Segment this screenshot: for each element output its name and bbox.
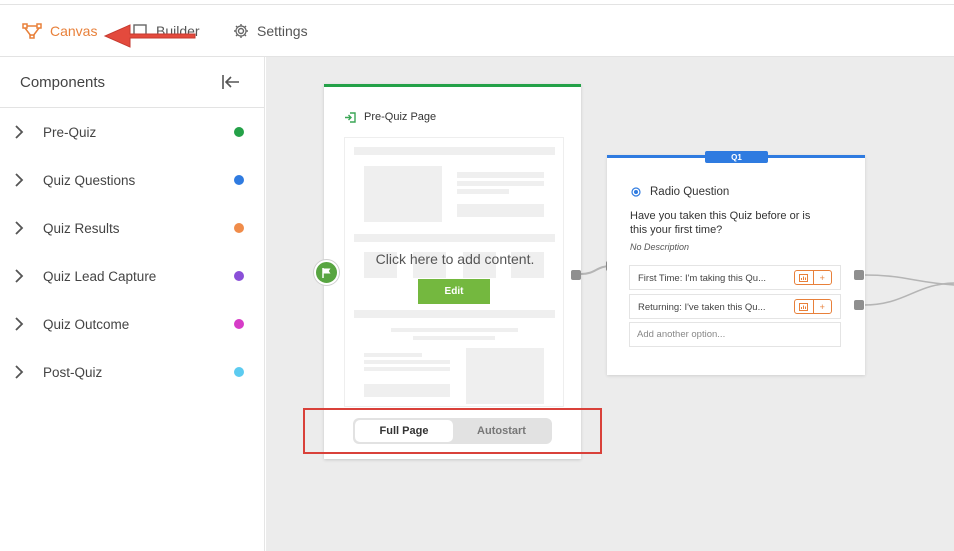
chevron-right-icon bbox=[15, 125, 24, 139]
skeleton-line bbox=[457, 181, 544, 186]
annotation-arrow bbox=[103, 24, 196, 48]
scoring-button[interactable] bbox=[795, 300, 814, 313]
sidebar-item-label: Quiz Outcome bbox=[43, 316, 130, 332]
flag-icon bbox=[322, 267, 331, 278]
skeleton-button bbox=[457, 204, 544, 217]
skeleton-bar bbox=[354, 310, 555, 318]
sidebar-item-quiz-questions[interactable]: Quiz Questions bbox=[0, 156, 265, 204]
sidebar-item-quiz-lead-capture[interactable]: Quiz Lead Capture bbox=[0, 252, 265, 300]
tab-canvas[interactable]: Canvas bbox=[22, 5, 97, 57]
skeleton-line bbox=[364, 353, 422, 357]
annotation-highlight-box bbox=[303, 408, 602, 454]
gear-icon bbox=[234, 24, 248, 38]
sidebar-item-label: Pre-Quiz bbox=[43, 124, 97, 140]
question-description[interactable]: No Description bbox=[630, 242, 689, 252]
sidebar-item-quiz-results[interactable]: Quiz Results bbox=[0, 204, 265, 252]
sidebar-item-label: Quiz Results bbox=[43, 220, 120, 236]
question-type-header: Radio Question bbox=[631, 186, 729, 198]
sidebar-item-pre-quiz[interactable]: Pre-Quiz bbox=[0, 108, 265, 156]
skeleton-line bbox=[457, 172, 544, 178]
sidebar-title: Components bbox=[20, 73, 106, 91]
status-dot bbox=[234, 367, 244, 377]
chevron-right-icon bbox=[15, 317, 24, 331]
skeleton-button bbox=[364, 384, 450, 397]
flow-canvas[interactable]: Pre-Quiz Page Click here to add content.… bbox=[266, 57, 954, 551]
chevron-right-icon bbox=[15, 269, 24, 283]
output-port[interactable] bbox=[571, 270, 581, 280]
edit-button[interactable]: Edit bbox=[418, 279, 490, 304]
status-dot bbox=[234, 175, 244, 185]
add-branch-button[interactable]: + bbox=[814, 300, 832, 313]
tab-settings-label: Settings bbox=[257, 23, 308, 39]
bar-chart-icon bbox=[799, 302, 809, 311]
sidebar-item-label: Quiz Questions bbox=[43, 172, 136, 188]
chevron-right-icon bbox=[15, 221, 24, 235]
sidebar-item-label: Quiz Lead Capture bbox=[43, 268, 157, 284]
skeleton-bar bbox=[354, 147, 555, 155]
option-actions: + bbox=[794, 299, 832, 314]
add-option-input[interactable]: Add another option... bbox=[629, 322, 841, 347]
pre-quiz-card-header: Pre-Quiz Page bbox=[344, 111, 436, 123]
status-dot bbox=[234, 127, 244, 137]
pre-quiz-card[interactable]: Pre-Quiz Page Click here to add content.… bbox=[324, 84, 581, 459]
skeleton-image bbox=[364, 166, 442, 222]
skeleton-bar bbox=[354, 234, 555, 242]
answer-option[interactable]: Returning: I've taken this Qu... + bbox=[629, 294, 841, 319]
pre-quiz-card-title: Pre-Quiz Page bbox=[364, 111, 437, 123]
skeleton-line bbox=[364, 367, 450, 371]
radio-question-card[interactable]: Q1 Radio Question Have you taken this Qu… bbox=[607, 151, 865, 375]
top-nav: Canvas Builder Settings bbox=[0, 4, 954, 57]
status-dot bbox=[234, 271, 244, 281]
sidebar-item-post-quiz[interactable]: Post-Quiz bbox=[0, 348, 265, 396]
collapse-sidebar-icon[interactable] bbox=[222, 75, 240, 89]
sidebar-item-quiz-outcome[interactable]: Quiz Outcome bbox=[0, 300, 265, 348]
enter-icon bbox=[345, 111, 356, 123]
answer-option-text: First Time: I'm taking this Qu... bbox=[638, 273, 766, 284]
status-dot bbox=[234, 319, 244, 329]
chevron-right-icon bbox=[15, 173, 24, 187]
skeleton-line bbox=[391, 328, 518, 332]
add-branch-button[interactable]: + bbox=[814, 271, 832, 284]
start-node[interactable] bbox=[314, 260, 339, 285]
components-sidebar: Components Pre-Quiz Quiz Questions Quiz … bbox=[0, 57, 265, 551]
option-output-port[interactable] bbox=[854, 270, 864, 280]
add-content-prompt[interactable]: Click here to add content. bbox=[345, 251, 565, 267]
vector-path-icon bbox=[22, 23, 42, 39]
option-actions: + bbox=[794, 270, 832, 285]
skeleton-line bbox=[413, 336, 495, 340]
sidebar-header: Components bbox=[0, 57, 264, 108]
question-badge: Q1 bbox=[705, 151, 768, 163]
option-output-port[interactable] bbox=[854, 300, 864, 310]
tab-canvas-label: Canvas bbox=[50, 23, 98, 39]
question-text[interactable]: Have you taken this Quiz before or is th… bbox=[630, 209, 830, 237]
scoring-button[interactable] bbox=[795, 271, 814, 284]
answer-option[interactable]: First Time: I'm taking this Qu... + bbox=[629, 265, 841, 290]
chevron-right-icon bbox=[15, 365, 24, 379]
radio-icon bbox=[631, 187, 641, 197]
skeleton-line bbox=[457, 189, 509, 194]
skeleton-line bbox=[364, 360, 450, 364]
sidebar-item-label: Post-Quiz bbox=[43, 364, 103, 380]
content-preview[interactable]: Click here to add content. Edit bbox=[344, 137, 564, 407]
answer-option-text: Returning: I've taken this Qu... bbox=[638, 302, 766, 313]
bar-chart-icon bbox=[799, 273, 809, 282]
question-type-label: Radio Question bbox=[650, 186, 730, 198]
status-dot bbox=[234, 223, 244, 233]
skeleton-image bbox=[466, 348, 544, 404]
tab-settings[interactable]: Settings bbox=[233, 5, 308, 57]
